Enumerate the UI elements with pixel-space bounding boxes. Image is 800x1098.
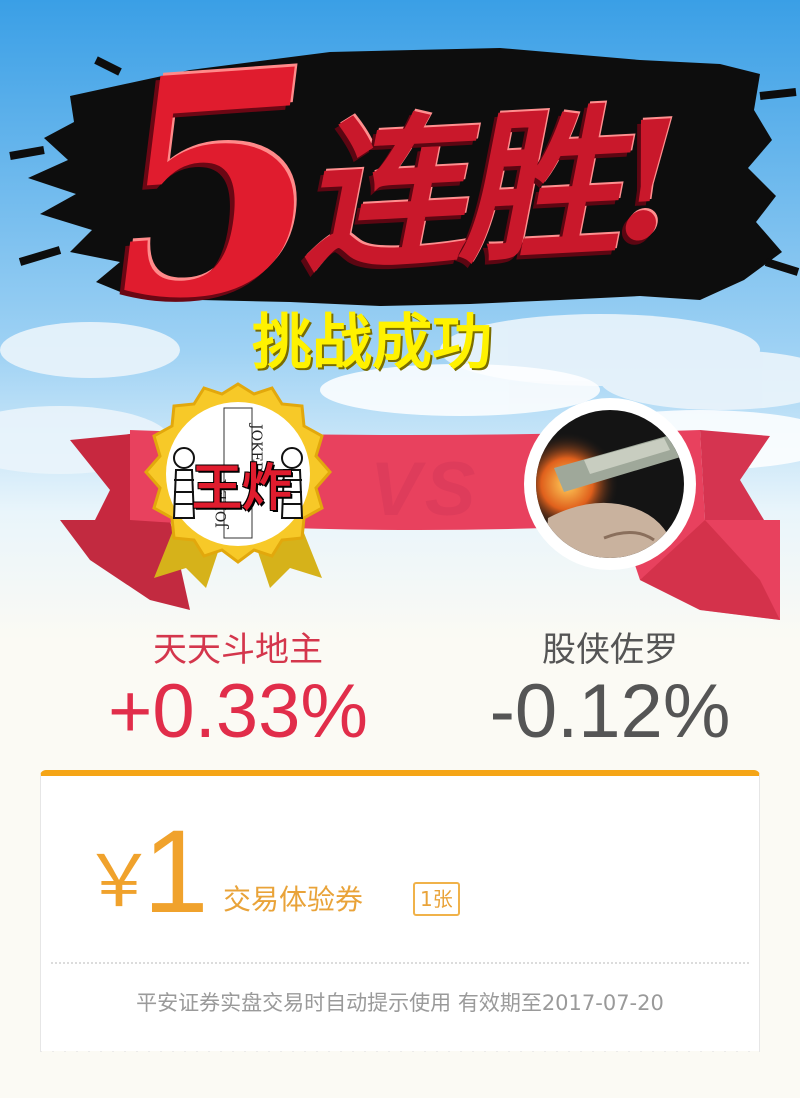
left-player-change: +0.33% — [108, 669, 368, 754]
coupon-amount: 1 — [143, 806, 209, 938]
vs-label: VS — [370, 447, 480, 532]
coupon-scalloped-edge — [41, 1051, 759, 1061]
badge-text: 王炸 — [192, 458, 292, 517]
coupon-name: 交易体验券 — [223, 883, 364, 916]
right-player-change: -0.12% — [489, 669, 731, 754]
coupon-divider — [51, 962, 749, 964]
coupon-note: 平安证券实盘交易时自动提示使用 有效期至2017-07-20 — [136, 991, 664, 1015]
coupon-card[interactable]: ￥ 1 交易体验券 1张 平安证券实盘交易时自动提示使用 有效期至2017-07… — [40, 770, 760, 1061]
right-player-name: 股侠佐罗 — [542, 630, 678, 670]
coupon-count-badge: 1张 — [413, 882, 460, 916]
left-player-name: 天天斗地主 — [153, 630, 323, 670]
cigarette-avatar[interactable] — [524, 398, 696, 570]
